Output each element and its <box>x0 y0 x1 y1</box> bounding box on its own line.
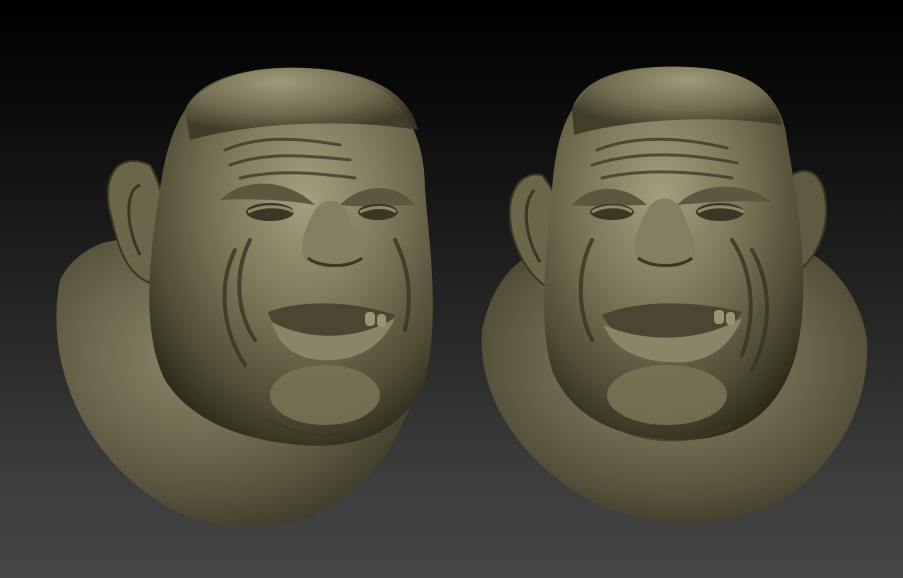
bust-left-figure <box>56 67 433 528</box>
render-viewport <box>0 0 903 578</box>
sculpt-bust-right <box>452 0 903 578</box>
bust-right-figure <box>481 66 868 524</box>
sculpt-bust-left <box>0 0 451 578</box>
